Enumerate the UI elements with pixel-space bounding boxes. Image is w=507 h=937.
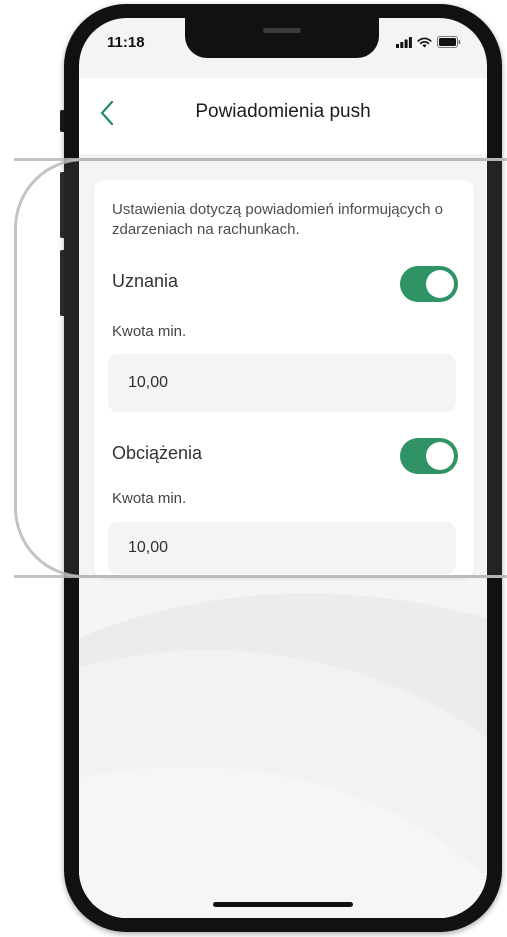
debits-toggle[interactable]: [400, 438, 458, 474]
phone-frame: 11:18 Powiadomienia push Ustawienia doty…: [64, 4, 502, 932]
speaker-grille: [263, 28, 301, 33]
battery-icon: [437, 36, 461, 48]
debits-amount-label: Kwota min.: [112, 490, 187, 507]
credits-amount-label: Kwota min.: [112, 323, 187, 340]
credits-amount-input[interactable]: 10,00: [108, 354, 456, 412]
toggle-knob: [426, 270, 454, 298]
settings-description: Ustawienia dotyczą powiadomień informują…: [112, 201, 443, 238]
credits-label: Uznania: [112, 271, 179, 291]
background-decoration: [79, 593, 487, 918]
app-header: Powiadomienia push: [79, 78, 487, 154]
credits-amount-value: 10,00: [128, 374, 169, 391]
phone-notch: [185, 18, 379, 58]
signal-icon: [396, 36, 412, 48]
wifi-icon: [417, 37, 432, 47]
page-title: Powiadomienia push: [195, 101, 371, 122]
status-icons: [396, 36, 461, 48]
home-indicator: [213, 902, 353, 907]
notification-settings-card: Ustawienia dotyczą powiadomień informują…: [94, 180, 474, 578]
phone-screen: 11:18 Powiadomienia push Ustawienia doty…: [79, 18, 487, 918]
status-time: 11:18: [107, 34, 145, 51]
toggle-knob: [426, 442, 454, 470]
debits-label: Obciążenia: [112, 443, 203, 463]
screenshot-canvas: 11:18 Powiadomienia push Ustawienia doty…: [0, 0, 507, 937]
debits-amount-input[interactable]: 10,00: [108, 522, 456, 574]
debits-amount-value: 10,00: [128, 539, 169, 556]
credits-toggle[interactable]: [400, 266, 458, 302]
